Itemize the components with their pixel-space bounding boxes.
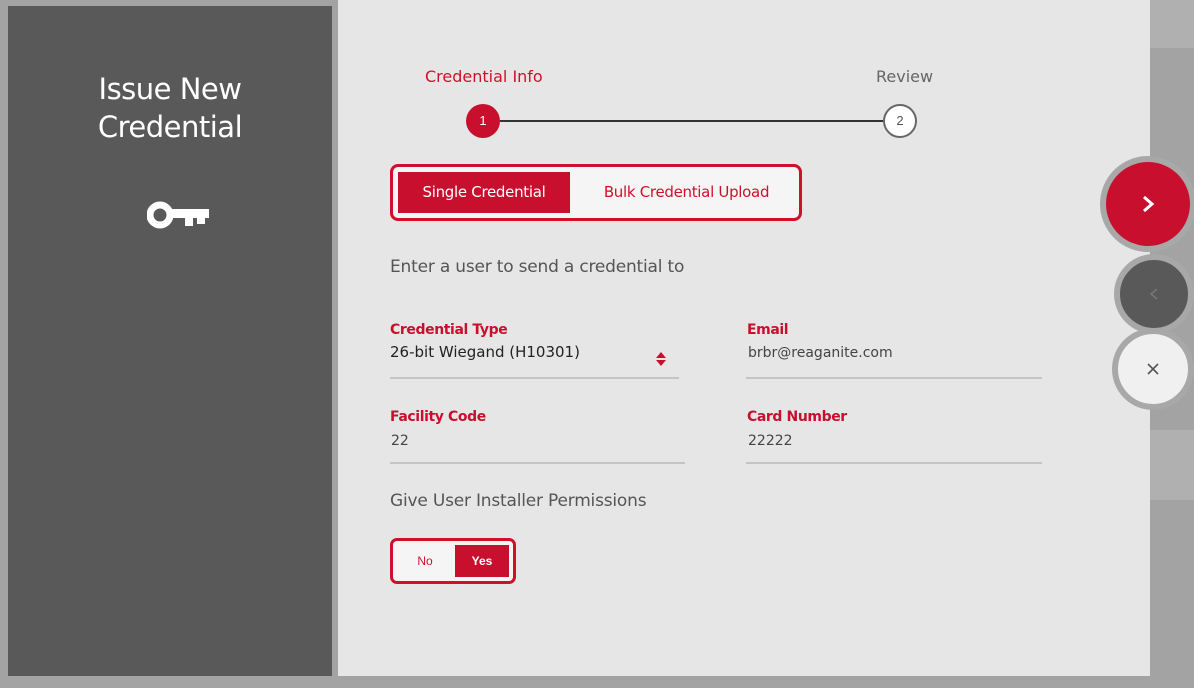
facility-code-label: Facility Code <box>390 409 486 425</box>
sort-arrows-icon[interactable] <box>656 352 666 366</box>
key-icon <box>147 201 209 229</box>
sidebar-title-line1: Issue New <box>98 72 242 106</box>
close-icon <box>1147 363 1159 375</box>
credential-type-select[interactable]: 26-bit Wiegand (H10301) <box>390 343 580 361</box>
credential-type-label: Credential Type <box>390 322 508 338</box>
sidebar-panel: Issue New Credential <box>8 6 332 676</box>
bulk-credential-upload-button[interactable]: Bulk Credential Upload <box>576 172 797 213</box>
card-number-field[interactable]: 22222 <box>748 433 793 449</box>
single-credential-button[interactable]: Single Credential <box>398 172 570 213</box>
step-label-credential-info[interactable]: Credential Info <box>425 67 543 86</box>
background-strip <box>1150 430 1194 500</box>
stepper-connector-line <box>500 120 883 122</box>
facility-code-field[interactable]: 22 <box>391 433 409 449</box>
next-button[interactable] <box>1100 156 1194 252</box>
background-strip <box>1150 0 1194 48</box>
step-label-review[interactable]: Review <box>876 67 933 86</box>
installer-permissions-yes-button[interactable]: Yes <box>455 545 509 577</box>
credential-type-underline <box>390 377 679 379</box>
installer-permissions-label: Give User Installer Permissions <box>390 491 647 511</box>
card-number-underline <box>746 462 1042 464</box>
email-field[interactable]: brbr@reaganite.com <box>748 345 893 361</box>
chevron-right-icon <box>1143 195 1155 213</box>
installer-permissions-no-button[interactable]: No <box>401 545 449 577</box>
sidebar-title-line2: Credential <box>97 110 243 144</box>
facility-code-underline <box>390 462 685 464</box>
credential-mode-toggle: Single Credential Bulk Credential Upload <box>390 164 802 221</box>
sidebar-title: Issue New Credential <box>8 70 332 146</box>
main-panel: Credential Info Review 1 2 Single Creden… <box>338 0 1150 676</box>
step-circle-1[interactable]: 1 <box>466 104 500 138</box>
installer-permissions-toggle: No Yes <box>390 538 516 584</box>
email-underline <box>746 377 1042 379</box>
back-button[interactable] <box>1114 254 1194 334</box>
email-label: Email <box>747 322 789 338</box>
close-button[interactable] <box>1112 328 1194 410</box>
card-number-label: Card Number <box>747 409 847 425</box>
step-circle-2[interactable]: 2 <box>883 104 917 138</box>
form-intro-text: Enter a user to send a credential to <box>390 257 685 277</box>
chevron-left-icon <box>1149 288 1158 300</box>
